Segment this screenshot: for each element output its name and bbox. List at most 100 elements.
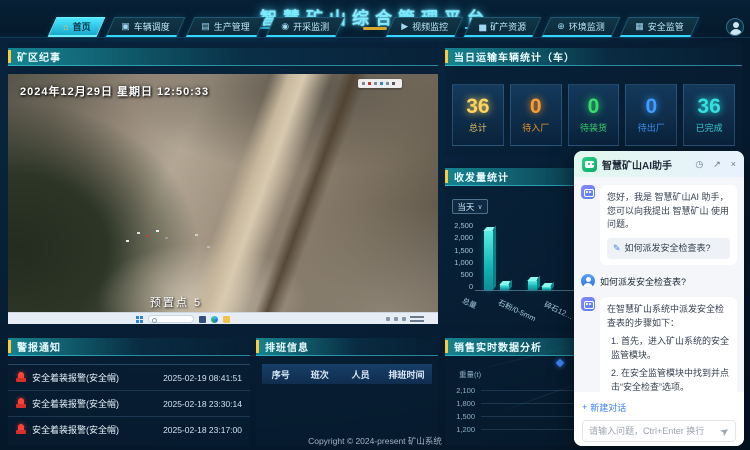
bar-stone-powder — [528, 281, 537, 290]
panel-title: 销售实时数据分析 — [454, 339, 542, 354]
video-datetime-overlay: 2024年12月29日 星期日 12:50:33 — [20, 83, 209, 99]
alarm-time: 2025-02-18 23:17:00 — [163, 425, 242, 435]
vehicle-icon: ▣ — [122, 21, 131, 32]
taskbar-search — [148, 315, 194, 323]
tab-label: 车辆调度 — [134, 20, 170, 33]
panel-title: 收发量统计 — [454, 169, 509, 184]
alarm-time: 2025-02-18 23:30:14 — [163, 399, 242, 409]
tab-mining-monitor[interactable]: ◉开采监测 — [265, 17, 344, 37]
ai-assistant-panel: 智慧矿山AI助手 ◷ ↗ × 您好，我是 智慧矿山AI 助手，您可以向我提出 智… — [574, 151, 744, 446]
table-header: 序号 班次 人员 排班时间 — [262, 364, 432, 384]
panel-title: 排班信息 — [265, 339, 309, 354]
y-tick: 0 — [447, 282, 473, 291]
stat-waiting-entry: 0 待入厂 — [510, 84, 562, 146]
alarm-item[interactable]: 安全着装报警(安全帽) 2025-02-18 23:30:14 — [8, 390, 250, 416]
alarm-item[interactable]: 安全着装报警(安全帽) 2025-02-19 08:41:51 — [8, 364, 250, 390]
y-axis-label: 重量(t) — [459, 369, 481, 380]
close-icon[interactable]: × — [731, 159, 736, 169]
suggestion-text: 如何派发安全检查表? — [625, 242, 711, 256]
history-icon[interactable]: ◷ — [695, 159, 703, 170]
tab-label: 安全监管 — [648, 20, 684, 33]
y-tick: 1,500 — [447, 246, 473, 255]
tab-environment-monitor[interactable]: ⊕环境监测 — [541, 17, 619, 37]
taskbar-icons — [136, 315, 230, 323]
bar-category-2 — [500, 285, 509, 290]
stat-value: 36 — [697, 96, 720, 117]
user-message: 如何派发安全检查表? — [581, 274, 737, 288]
taskbar-tray — [386, 315, 424, 322]
ai-title: 智慧矿山AI助手 — [602, 157, 685, 172]
panel-title-bar: 当日运输车辆统计（车） — [445, 48, 742, 66]
time-filter-select[interactable]: 当天 ∨ — [452, 199, 488, 214]
panel-title-bar: 排班信息 — [256, 338, 438, 356]
stat-completed: 36 已完成 — [683, 84, 735, 146]
tab-production-management[interactable]: ▤生产管理 — [186, 17, 265, 37]
y-tick: 2,500 — [447, 221, 473, 230]
siren-icon — [16, 372, 26, 383]
resource-icon: ▅ — [479, 21, 486, 32]
tray-icon — [386, 317, 390, 321]
suggestion-chip[interactable]: ✎ 如何派发安全检查表? — [607, 238, 730, 260]
y-tick: 1,800 — [447, 399, 475, 408]
x-label: 碎石12… — [542, 299, 575, 322]
tray-icon — [394, 317, 398, 321]
tab-label: 生产管理 — [214, 20, 250, 33]
browser-icon — [211, 316, 218, 323]
tab-label: 视频监控 — [412, 20, 448, 33]
bot-icon — [581, 185, 595, 199]
bot-message: 您好，我是 智慧矿山AI 助手，您可以向我提出 智慧矿山 使用问题。 ✎ 如何派… — [581, 185, 737, 265]
y-tick: 500 — [447, 270, 473, 279]
ai-question-input[interactable] — [589, 426, 716, 436]
stat-value: 36 — [466, 96, 489, 117]
ai-header: 智慧矿山AI助手 ◷ ↗ × — [574, 151, 744, 177]
title-accent — [445, 340, 448, 353]
title-decor-notch — [363, 27, 387, 30]
expand-icon[interactable]: ↗ — [713, 159, 721, 170]
trucks — [137, 232, 140, 234]
time-filter-value: 当天 — [457, 201, 474, 213]
user-avatar[interactable] — [726, 18, 744, 36]
alarm-text: 安全着装报警(安全帽) — [32, 371, 157, 384]
stat-value: 0 — [645, 96, 657, 117]
mining-monitor-icon: ◉ — [281, 21, 289, 32]
new-chat-label: 新建对话 — [590, 401, 626, 414]
alarm-time: 2025-02-19 08:41:51 — [163, 373, 242, 383]
siren-icon — [16, 398, 26, 409]
bot-icon — [581, 297, 595, 311]
y-tick: 1,000 — [447, 258, 473, 267]
ai-assistant-icon — [582, 157, 597, 172]
header: 智慧矿山综合管理平台 ⌂首页 ▣车辆调度 ▤生产管理 ◉开采监测 ▶视频监控 — [0, 0, 750, 40]
send-icon[interactable]: ➤ — [717, 423, 732, 439]
column-header: 排班时间 — [381, 368, 432, 381]
title-accent — [445, 50, 448, 63]
x-label: 石粉/0-5mm — [496, 297, 537, 324]
dashboard: 智慧矿山综合管理平台 ⌂首页 ▣车辆调度 ▤生产管理 ◉开采监测 ▶视频监控 — [0, 0, 750, 450]
stat-label: 总计 — [469, 121, 487, 134]
alarm-text: 安全着装报警(安全帽) — [32, 397, 157, 410]
tab-video-monitor[interactable]: ▶视频监控 — [386, 17, 464, 37]
title-accent — [445, 170, 448, 183]
plus-icon: + — [582, 402, 587, 412]
ai-input-row: ➤ — [582, 420, 736, 442]
user-question: 如何派发安全检查表? — [600, 275, 686, 288]
preset-point-label: 预置点 5 — [150, 294, 202, 310]
video-feed[interactable]: 2024年12月29日 星期日 12:50:33 预置点 5 — [8, 74, 438, 324]
stat-waiting-exit: 0 待出厂 — [625, 84, 677, 146]
panel-mine-events: 矿区纪事 2024年12月29日 星期日 12:50:33 预置点 5 — [8, 42, 438, 325]
tab-home[interactable]: ⌂ 首页 — [48, 17, 106, 37]
column-header: 人员 — [340, 368, 381, 381]
windows-start-icon — [136, 316, 143, 323]
tab-vehicle-dispatch[interactable]: ▣车辆调度 — [106, 17, 185, 37]
home-icon: ⌂ — [63, 22, 68, 32]
panel-title: 当日运输车辆统计（车） — [454, 49, 575, 64]
tab-label: 矿产资源 — [490, 20, 526, 33]
tab-safety-supervision[interactable]: ▦安全监管 — [620, 17, 699, 37]
user-icon — [581, 274, 595, 288]
x-label: 总量 — [460, 295, 478, 311]
new-chat-button[interactable]: + 新建对话 — [582, 401, 626, 414]
panel-title-bar: 矿区纪事 — [8, 48, 438, 66]
bot-greeting: 您好，我是 智慧矿山AI 助手，您可以向我提出 智慧矿山 使用问题。 — [607, 191, 730, 232]
tab-mineral-resource[interactable]: ▅ 矿产资源 — [464, 17, 542, 37]
stat-value: 0 — [530, 96, 542, 117]
tab-label: 首页 — [73, 20, 91, 33]
